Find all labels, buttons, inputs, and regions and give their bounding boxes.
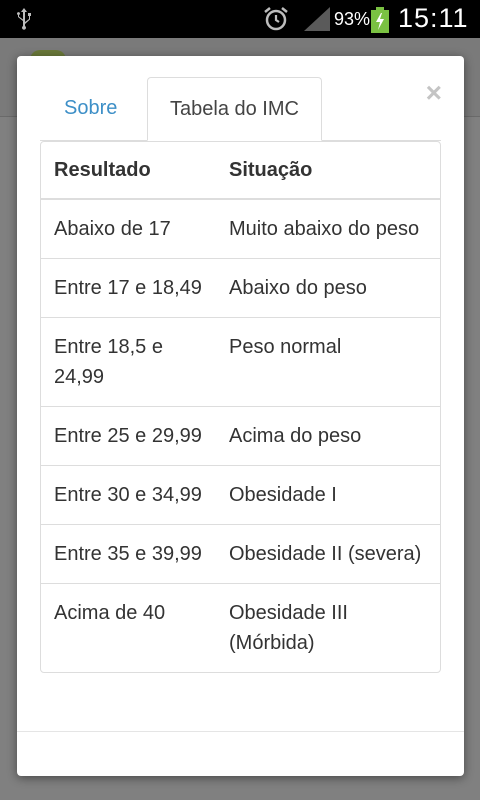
cell-situacao: Obesidade II (severa)	[216, 524, 440, 584]
cell-resultado: Entre 30 e 34,99	[41, 465, 216, 525]
modal-tabs: Sobre Tabela do IMC	[40, 77, 441, 141]
cell-situacao: Abaixo do peso	[216, 258, 440, 318]
cell-situacao: Muito abaixo do peso	[229, 218, 420, 240]
table-row: Entre 30 e 34,99 Obesidade I	[41, 465, 440, 525]
clock: 15:11	[398, 3, 469, 33]
table-header-row: Resultado Situação	[41, 142, 440, 200]
table-row: Entre 18,5 e 24,99 Peso normal	[41, 317, 440, 407]
cell-resultado: Entre 17 e 18,49	[41, 258, 216, 318]
table-row: Entre 17 e 18,49 Abaixo do peso	[41, 258, 440, 318]
table-row: Abaixo de 17 Muito abaixo do peso	[41, 199, 440, 259]
table-row: Entre 35 e 39,99 Obesidade II (severa)	[41, 524, 440, 584]
cell-resultado: Entre 25 e 29,99	[41, 406, 216, 466]
cell-resultado: Abaixo de 17	[54, 218, 171, 240]
battery-percent: 93%	[334, 9, 371, 29]
alarm-icon	[264, 7, 288, 31]
cell-situacao: Peso normal	[216, 317, 440, 407]
imc-table: Resultado Situação Abaixo de 17 Muito ab…	[40, 141, 441, 673]
cell-situacao: Obesidade I	[216, 465, 440, 525]
cell-resultado: Acima de 40	[41, 583, 216, 672]
signal-icon	[304, 7, 330, 31]
tab-sobre[interactable]: Sobre	[42, 77, 139, 139]
imc-modal: × Sobre Tabela do IMC Resultado Situação…	[17, 56, 464, 776]
cell-situacao: Obesidade III (Mórbida)	[216, 583, 440, 672]
tab-tabela-imc[interactable]: Tabela do IMC	[147, 77, 322, 141]
table-row: Entre 25 e 29,99 Acima do peso	[41, 406, 440, 466]
column-header-resultado: Resultado	[41, 142, 216, 200]
table-row: Acima de 40 Obesidade III (Mórbida)	[41, 583, 440, 672]
cell-resultado: Entre 18,5 e 24,99	[41, 317, 216, 407]
modal-footer	[17, 731, 464, 776]
cell-situacao: Acima do peso	[216, 406, 440, 466]
cell-resultado: Entre 35 e 39,99	[41, 524, 216, 584]
battery-charging-icon	[371, 7, 389, 33]
status-bar: 93% 15:11	[0, 0, 480, 38]
column-header-situacao: Situação	[216, 142, 440, 200]
usb-icon	[17, 8, 31, 30]
